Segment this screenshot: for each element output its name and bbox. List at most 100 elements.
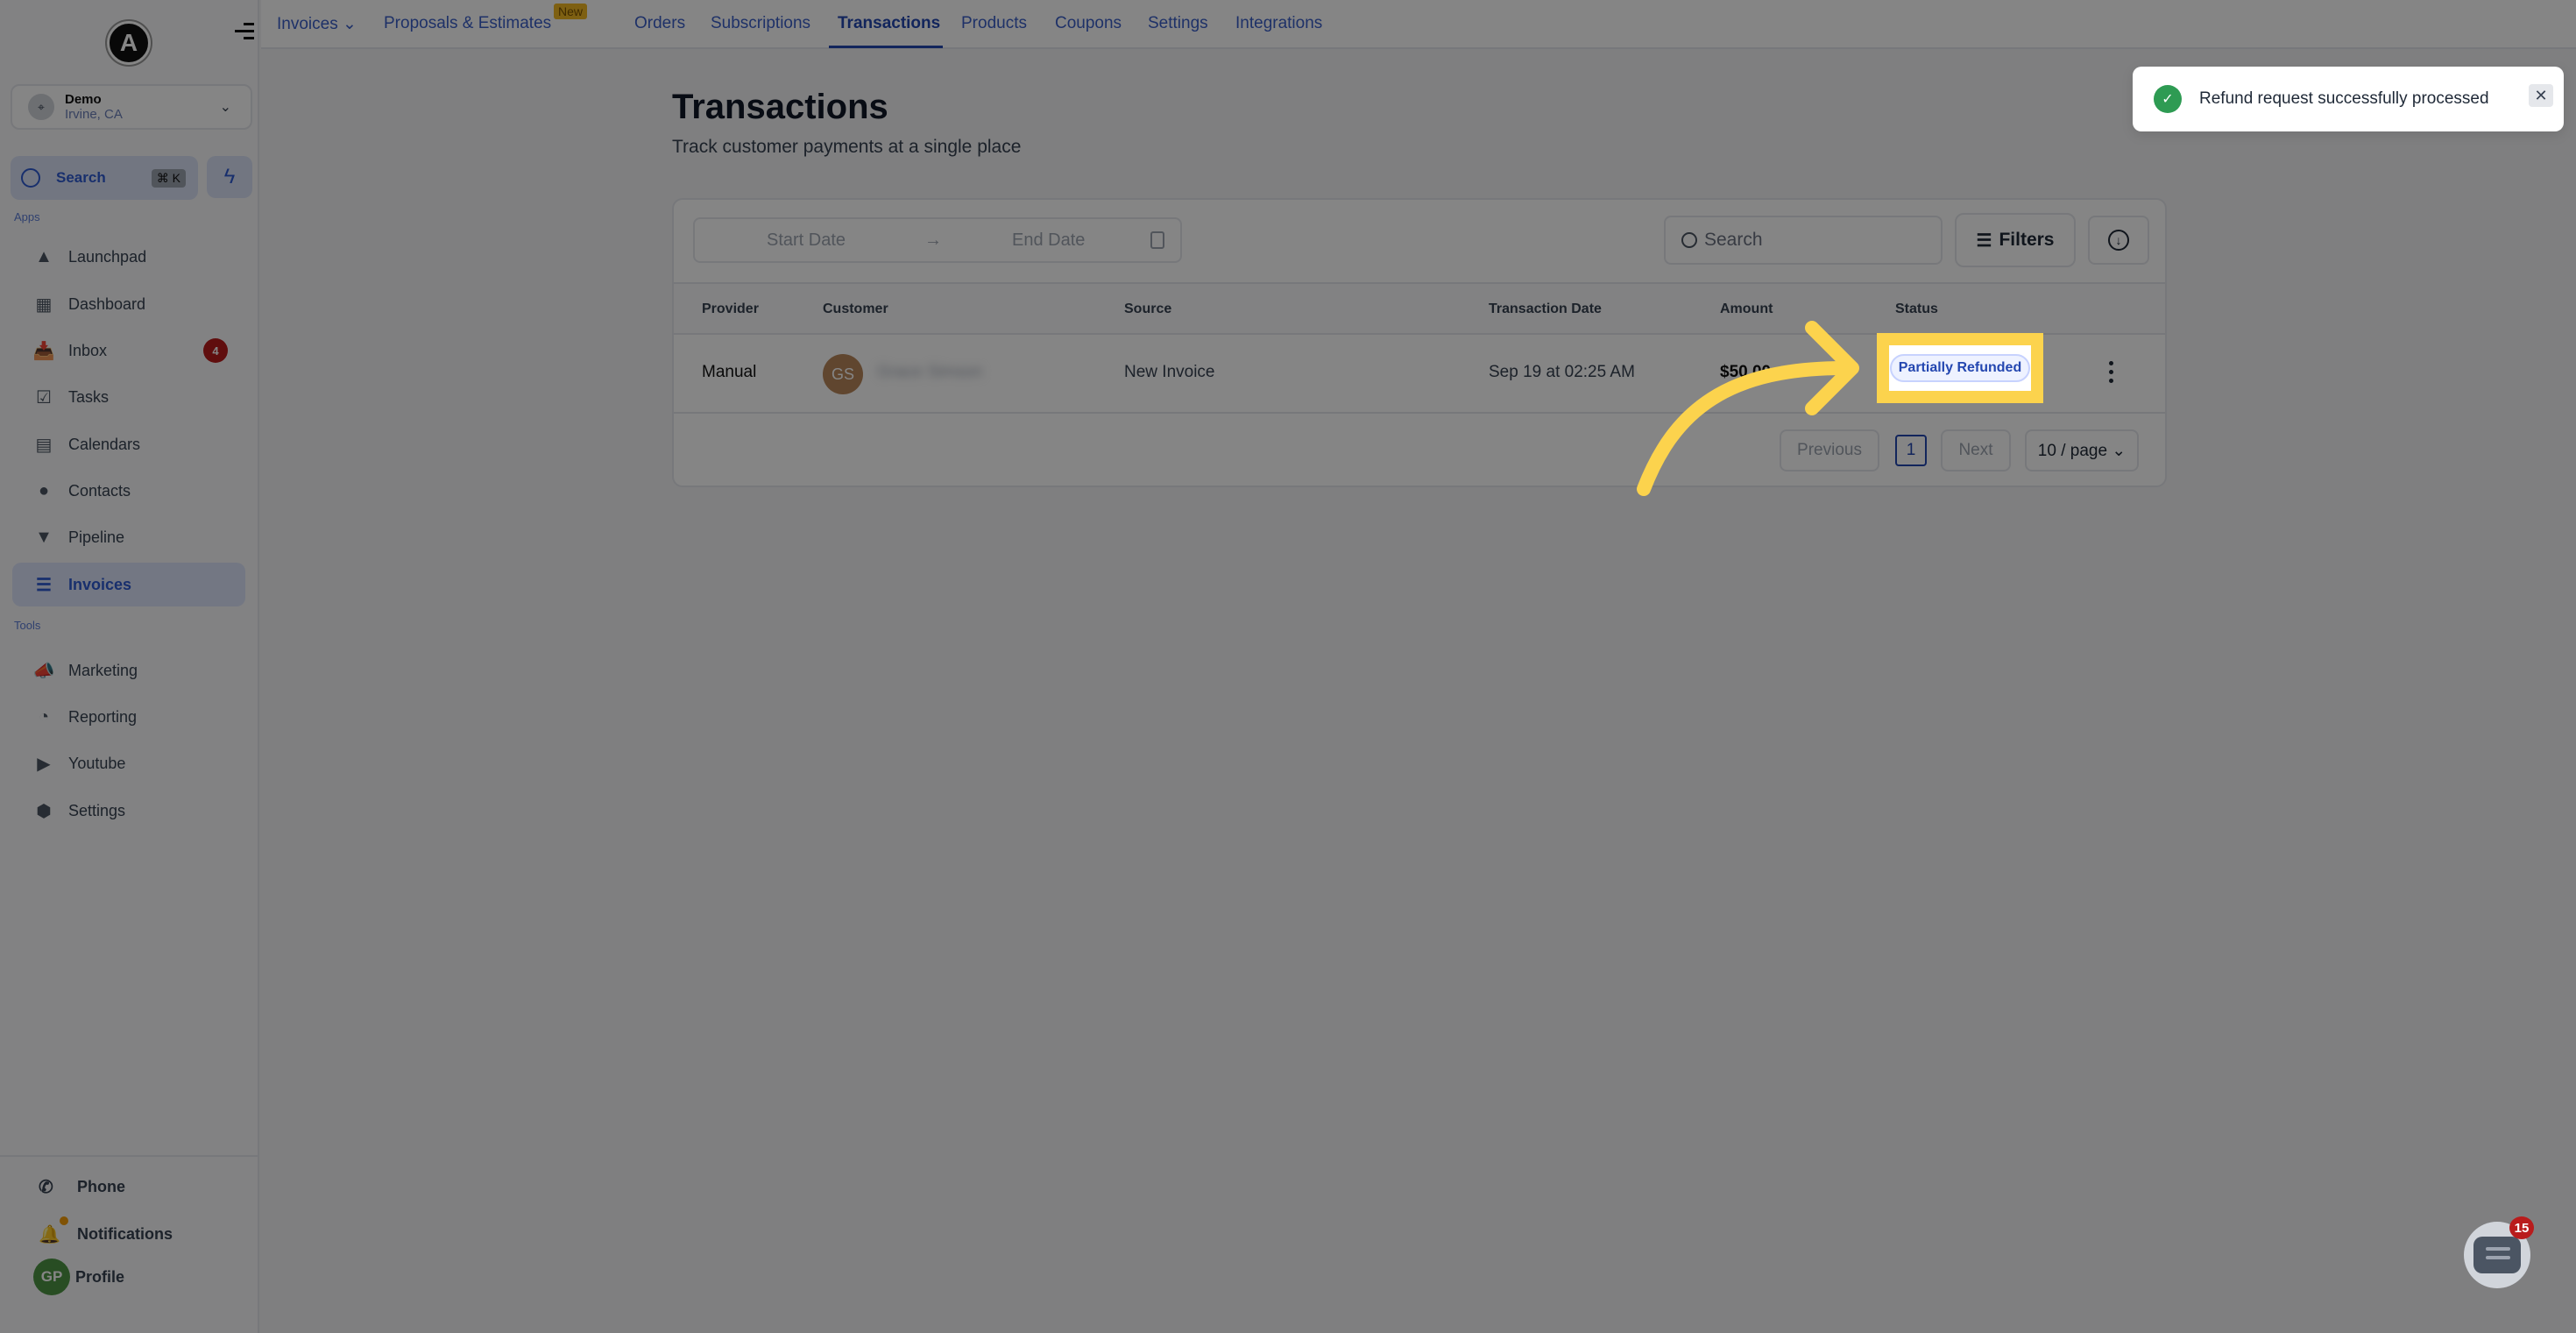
notification-dot xyxy=(60,1216,68,1225)
close-icon[interactable]: ✕ xyxy=(2529,84,2553,107)
search-input[interactable]: Search xyxy=(1664,216,1943,265)
youtube-icon: ▶ xyxy=(37,754,51,774)
chat-widget-button[interactable]: 15 xyxy=(2464,1216,2534,1288)
phone-label: Phone xyxy=(77,1178,126,1195)
sidebar-item-label: Marketing xyxy=(68,661,138,679)
toast-message: Refund request successfully processed xyxy=(2199,89,2489,108)
sidebar-item-label: Settings xyxy=(68,801,126,819)
status-badge[interactable]: Partially Refunded xyxy=(1889,354,2031,382)
sidebar-item-settings[interactable]: ⬢ Settings xyxy=(12,789,245,833)
source-cell: New Invoice xyxy=(1124,363,1215,381)
pie-chart-icon: ◔ xyxy=(38,706,50,727)
start-date-input[interactable]: Start Date xyxy=(767,230,846,251)
app-logo[interactable]: A xyxy=(107,21,151,65)
search-placeholder: Search xyxy=(1704,230,1763,250)
sidebar-item-inbox[interactable]: 📥 Inbox 4 xyxy=(12,329,245,372)
tab-subscriptions[interactable]: Subscriptions xyxy=(711,14,810,33)
tab-coupons[interactable]: Coupons xyxy=(1055,14,1122,33)
tab-transactions[interactable]: Transactions xyxy=(838,14,940,33)
sidebar-item-pipeline[interactable]: ▼ Pipeline xyxy=(12,515,245,559)
top-nav: Invoices ⌄ Proposals & Estimates New Ord… xyxy=(261,0,2576,49)
sidebar-item-calendars[interactable]: ▤ Calendars xyxy=(12,422,245,466)
previous-page-button[interactable]: Previous xyxy=(1780,429,1879,472)
collapse-sidebar-icon[interactable] xyxy=(235,23,254,44)
search-shortcut: ⌘ K xyxy=(151,169,186,188)
profile-button[interactable]: GP Profile xyxy=(33,1259,124,1295)
megaphone-icon: 📣 xyxy=(32,661,55,681)
sidebar-item-label: Invoices xyxy=(68,575,132,593)
tab-products[interactable]: Products xyxy=(961,14,1027,33)
check-circle-icon: ✓ xyxy=(2154,85,2182,113)
sidebar-divider xyxy=(0,1155,259,1157)
column-amount[interactable]: Amount xyxy=(1720,301,1773,317)
launchpad-icon: ▲ xyxy=(35,246,53,266)
tab-settings[interactable]: Settings xyxy=(1148,14,1208,33)
table-header: Provider Customer Source Transaction Dat… xyxy=(674,282,2165,335)
sidebar-item-tasks[interactable]: ☑ Tasks xyxy=(12,375,245,419)
column-provider[interactable]: Provider xyxy=(702,301,759,317)
date-cell: Sep 19 at 02:25 AM xyxy=(1489,363,1635,381)
page-size-select[interactable]: 10 / page ⌄ xyxy=(2025,429,2139,472)
sidebar-item-invoices[interactable]: ☰ Invoices xyxy=(12,563,245,606)
search-icon xyxy=(1681,232,1697,248)
sidebar-item-launchpad[interactable]: ▲ Launchpad xyxy=(12,235,245,279)
location-sub: Irvine, CA xyxy=(65,107,123,122)
phone-icon: ✆ xyxy=(39,1178,53,1197)
status-highlight-box: Partially Refunded xyxy=(1877,333,2043,403)
search-label: Search xyxy=(56,169,106,186)
date-range-picker[interactable]: Start Date → End Date xyxy=(693,217,1182,263)
filters-button[interactable]: ☰ Filters xyxy=(1955,213,2076,267)
sidebar-item-label: Dashboard xyxy=(68,294,146,313)
phone-button[interactable]: ✆ Phone xyxy=(39,1176,125,1198)
sidebar-item-label: Pipeline xyxy=(68,528,125,546)
active-tab-indicator xyxy=(829,46,943,48)
dashboard-icon: ▦ xyxy=(35,294,53,315)
provider-cell: Manual xyxy=(702,363,757,381)
profile-label: Profile xyxy=(75,1267,125,1286)
page-subtitle: Track customer payments at a single plac… xyxy=(672,137,1022,157)
quick-action-bolt-icon[interactable]: ϟ xyxy=(207,156,252,198)
apps-section-label: Apps xyxy=(14,210,40,223)
bell-icon: 🔔 xyxy=(39,1216,68,1245)
sidebar-item-label: Launchpad xyxy=(68,247,147,266)
sidebar-item-contacts[interactable]: ● Contacts xyxy=(12,469,245,513)
tab-invoices[interactable]: Invoices ⌄ xyxy=(277,14,357,34)
sidebar-item-label: Calendars xyxy=(68,435,141,453)
download-icon: ↓ xyxy=(2108,230,2129,251)
customer-avatar: GS xyxy=(823,354,863,394)
row-actions-kebab-icon[interactable] xyxy=(2107,361,2114,383)
column-source[interactable]: Source xyxy=(1124,301,1171,317)
download-button[interactable]: ↓ xyxy=(2088,216,2149,265)
location-name: Demo xyxy=(65,91,102,107)
sidebar-item-dashboard[interactable]: ▦ Dashboard xyxy=(12,282,245,326)
column-transaction-date[interactable]: Transaction Date xyxy=(1489,301,1602,317)
page-title: Transactions xyxy=(672,88,888,126)
tools-section-label: Tools xyxy=(14,619,41,632)
sidebar-item-reporting[interactable]: ◔ Reporting xyxy=(12,695,245,739)
arrow-right-icon: → xyxy=(924,230,942,250)
tab-integrations[interactable]: Integrations xyxy=(1235,14,1322,33)
new-badge: New xyxy=(554,4,588,19)
sidebar: A ⌖ Demo Irvine, CA ⌄ Search ⌘ K ϟ Apps … xyxy=(0,0,259,1333)
chevron-down-icon: ⌄ xyxy=(219,100,231,115)
filter-icon: ☰ xyxy=(1976,230,1992,251)
column-status[interactable]: Status xyxy=(1895,301,1938,317)
invoices-icon: ☰ xyxy=(36,575,52,595)
customer-name[interactable]: Grace Simson xyxy=(877,363,982,382)
next-page-button[interactable]: Next xyxy=(1941,429,2011,472)
tab-orders[interactable]: Orders xyxy=(634,14,685,33)
column-customer[interactable]: Customer xyxy=(823,301,888,317)
sidebar-item-youtube[interactable]: ▶ Youtube xyxy=(12,741,245,785)
notifications-label: Notifications xyxy=(77,1225,173,1243)
notifications-button[interactable]: 🔔 Notifications xyxy=(39,1216,173,1245)
location-switcher[interactable]: ⌖ Demo Irvine, CA ⌄ xyxy=(11,84,252,130)
chat-icon xyxy=(2473,1237,2521,1273)
sidebar-item-label: Tasks xyxy=(68,387,110,406)
page-number-1[interactable]: 1 xyxy=(1895,435,1927,466)
sidebar-item-marketing[interactable]: 📣 Marketing xyxy=(12,649,245,692)
filters-label: Filters xyxy=(1999,230,2055,250)
search-icon xyxy=(21,168,40,188)
tab-proposals-estimates[interactable]: Proposals & Estimates xyxy=(384,14,551,33)
sidebar-search-button[interactable]: Search ⌘ K xyxy=(11,156,198,200)
end-date-input[interactable]: End Date xyxy=(1012,230,1085,251)
